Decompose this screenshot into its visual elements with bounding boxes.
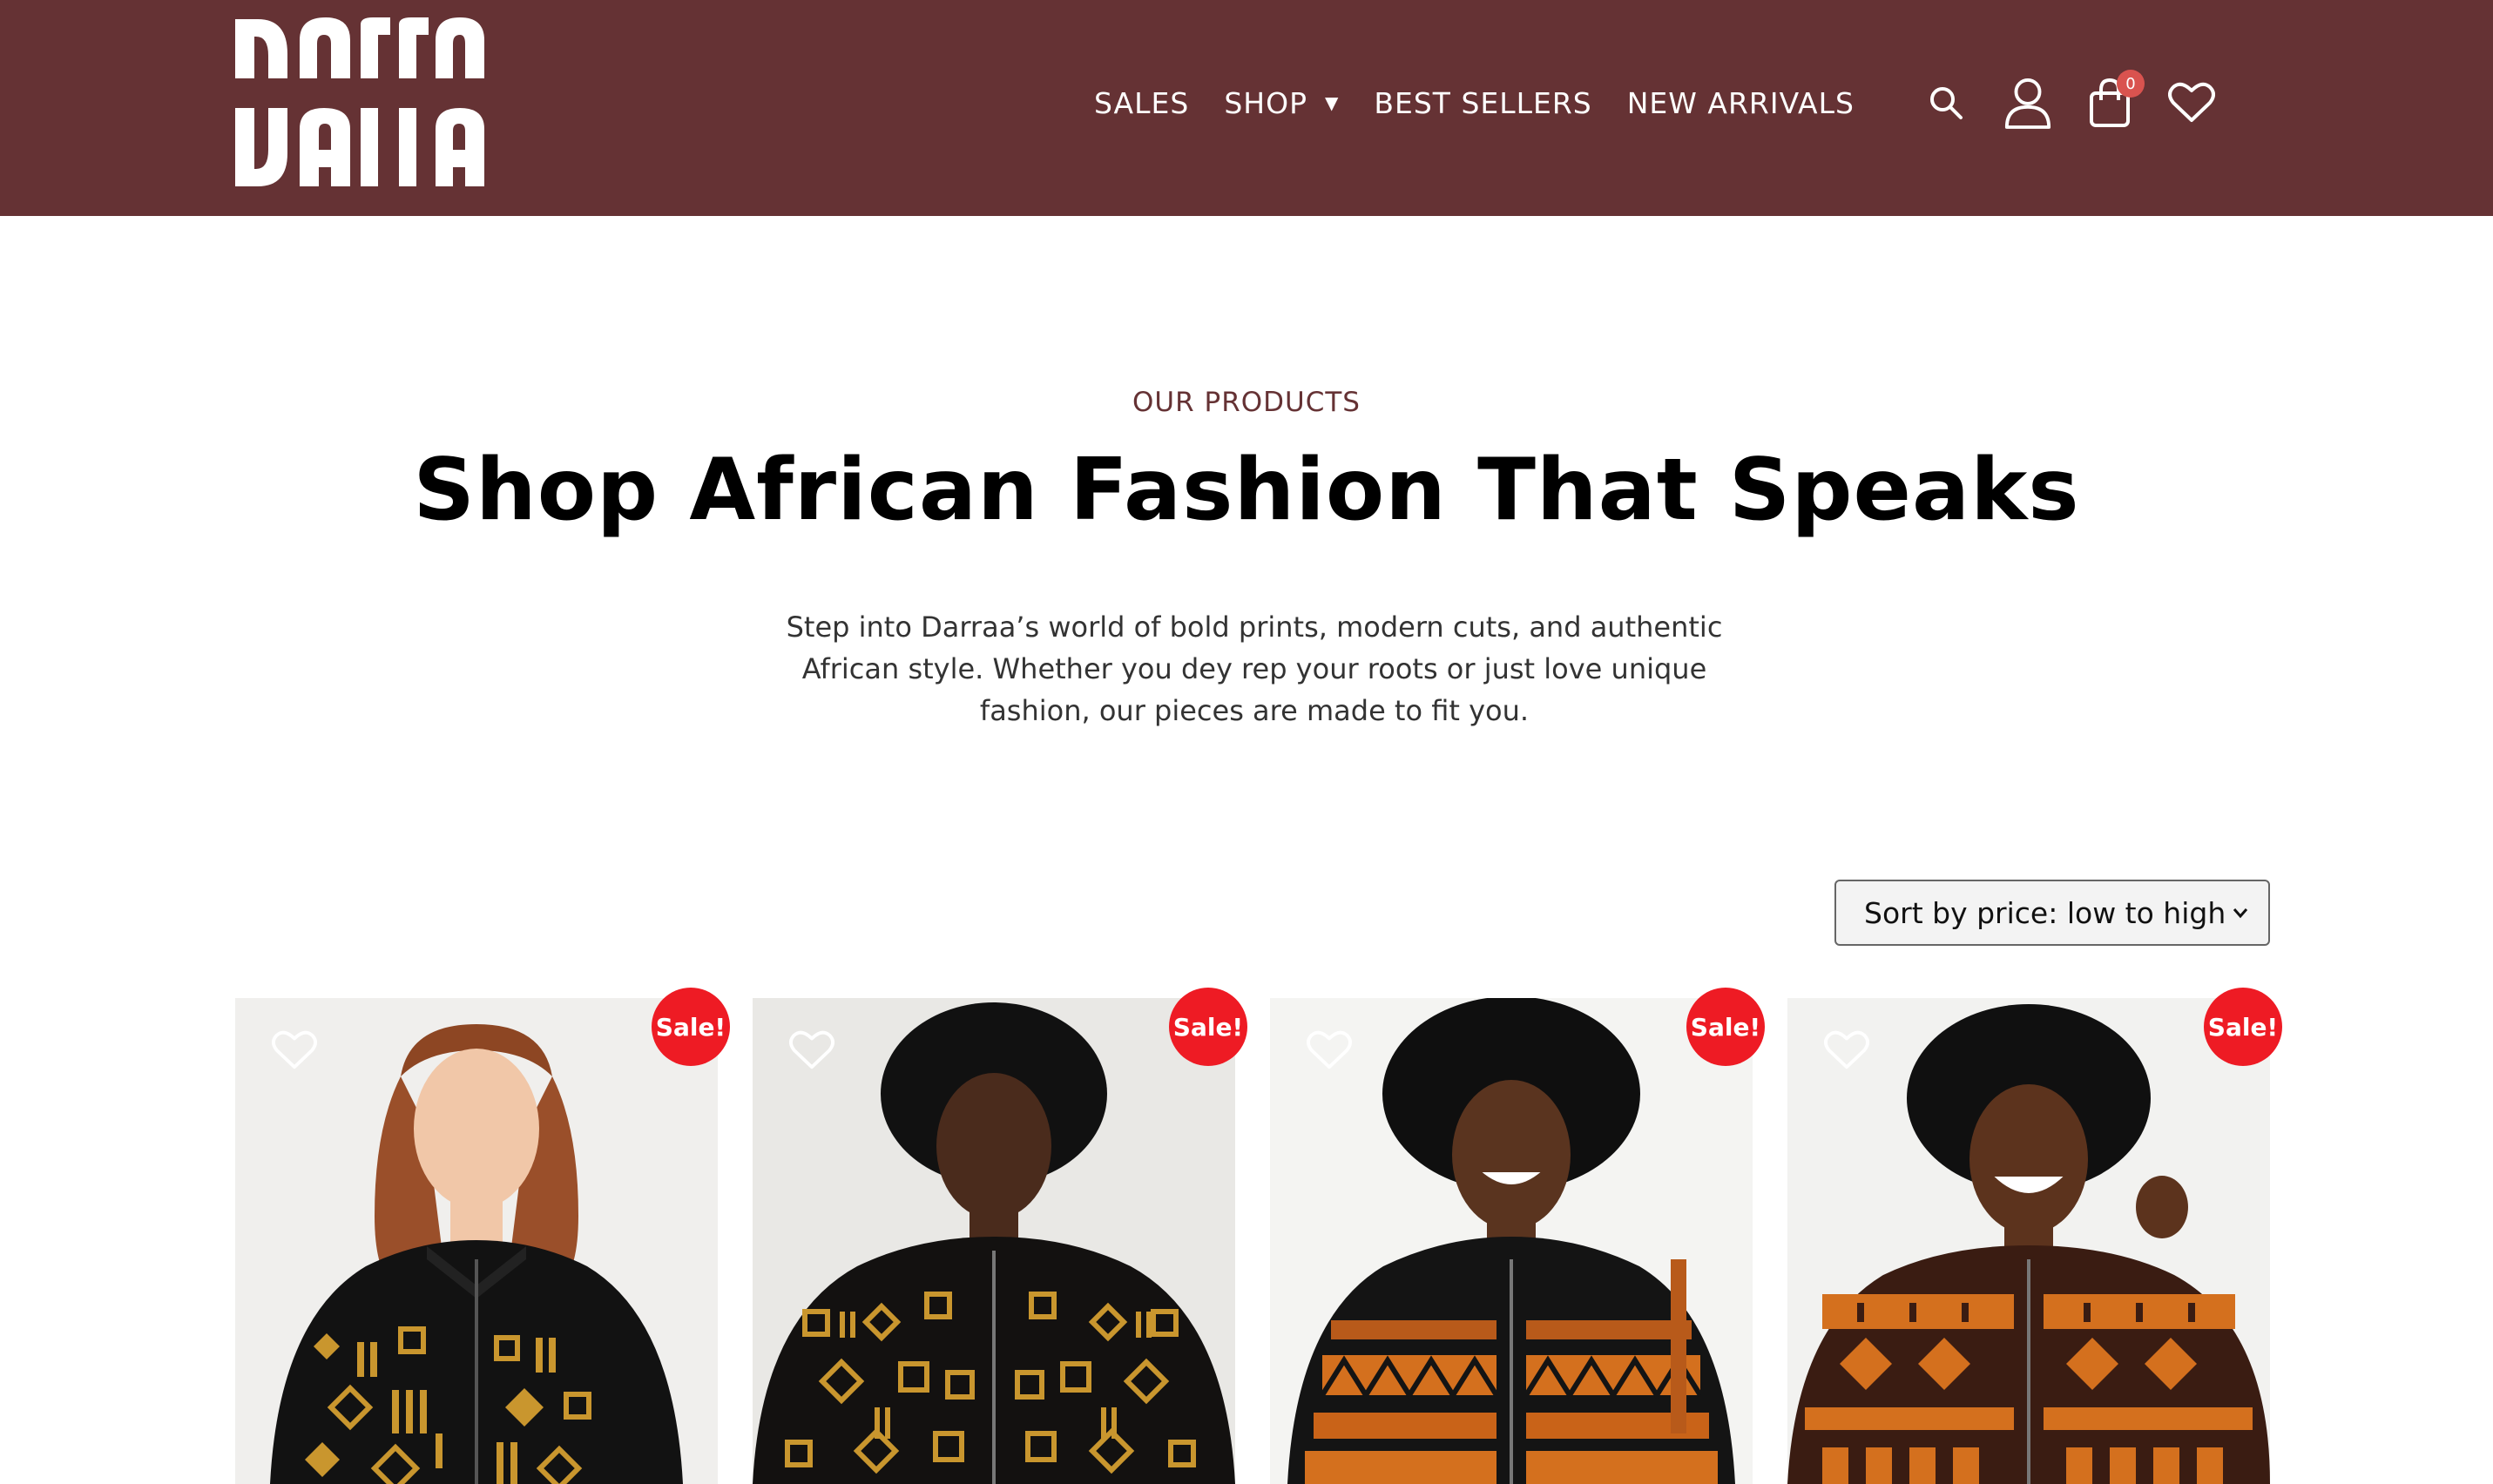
heart-icon: [2168, 82, 2215, 122]
header-icons: 0: [1922, 63, 2249, 143]
sale-badge: Sale!: [1169, 988, 1247, 1066]
account-button[interactable]: [2003, 75, 2052, 131]
nav-item-best-sellers[interactable]: BEST SELLERS: [1374, 86, 1591, 120]
nav-item-label: NEW ARRIVALS: [1626, 85, 1855, 120]
darraa-logo[interactable]: [233, 17, 498, 188]
sale-badge: Sale!: [1686, 988, 1765, 1066]
heart-icon[interactable]: [1307, 1029, 1352, 1071]
sort-select[interactable]: Sort by price: low to high: [1834, 880, 2270, 946]
chevron-down-icon: [2233, 908, 2248, 919]
heart-icon[interactable]: [789, 1029, 834, 1071]
site-header: SALES SHOP ▼ BEST SELLERS NEW ARRIVALS 0: [0, 0, 2493, 216]
nav-item-sales[interactable]: SALES: [1094, 86, 1189, 120]
sale-badge: Sale!: [652, 988, 730, 1066]
sale-badge: Sale!: [2204, 988, 2282, 1066]
page-title: Shop African Fashion That Speaks: [413, 441, 2080, 540]
user-icon: [2004, 78, 2051, 129]
heart-icon[interactable]: [272, 1029, 317, 1071]
nav-item-label: BEST SELLERS: [1374, 85, 1592, 120]
sort-selected-value: Sort by price: low to high: [1864, 895, 2226, 930]
product-card[interactable]: [235, 998, 718, 1484]
page-description: Step into Darraa’s world of bold prints,…: [786, 610, 1723, 727]
product-card[interactable]: [753, 998, 1235, 1484]
cart-button[interactable]: 0: [2085, 70, 2145, 131]
search-button[interactable]: [1922, 75, 1970, 131]
nav-item-label: SHOP: [1224, 85, 1307, 120]
nav-item-label: SALES: [1094, 85, 1190, 120]
main-nav: SALES SHOP ▼ BEST SELLERS NEW ARRIVALS: [1094, 77, 1889, 129]
nav-item-new-arrivals[interactable]: NEW ARRIVALS: [1627, 86, 1855, 120]
section-eyebrow: OUR PRODUCTS: [1132, 387, 1361, 418]
search-icon: [1930, 87, 1963, 119]
product-card[interactable]: [1270, 998, 1753, 1484]
cart-count-badge: 0: [2117, 70, 2145, 98]
heart-icon[interactable]: [1824, 1029, 1869, 1071]
product-grid: [235, 998, 2270, 1484]
nav-item-shop[interactable]: SHOP ▼: [1224, 86, 1339, 120]
caret-down-icon: ▼: [1324, 92, 1340, 113]
wishlist-button[interactable]: [2167, 75, 2216, 131]
product-card[interactable]: [1787, 998, 2270, 1484]
